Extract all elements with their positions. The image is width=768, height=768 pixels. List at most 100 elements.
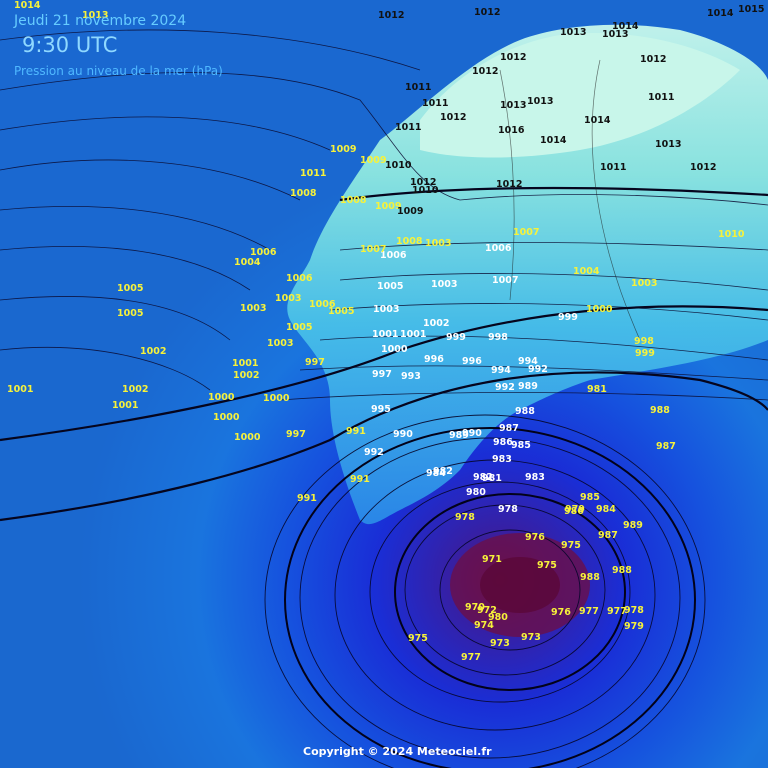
pressure-label: 996 [462, 356, 482, 367]
pressure-label: 1012 [500, 52, 526, 63]
pressure-label: 1014 [584, 115, 611, 126]
pressure-label: 1000 [234, 432, 261, 443]
pressure-label: 1009 [360, 155, 386, 166]
pressure-label: 988 [612, 565, 632, 576]
pressure-label: 976 [525, 532, 545, 543]
pressure-label: 1005 [286, 322, 312, 333]
pressure-label: 1013 [527, 96, 553, 107]
copyright-label: Copyright © 2024 Meteociel.fr [303, 745, 492, 758]
pressure-label: 1004 [573, 266, 600, 277]
pressure-label: 1015 [738, 4, 764, 15]
pressure-label: 1005 [117, 308, 143, 319]
pressure-label: 992 [528, 364, 548, 375]
pressure-label: 991 [350, 474, 370, 485]
pressure-label: 971 [482, 554, 502, 565]
pressure-label: 1012 [640, 54, 666, 65]
pressure-label: 997 [372, 369, 392, 380]
time-label: 9:30 UTC [22, 33, 118, 57]
pressure-label: 1003 [373, 304, 399, 315]
pressure-label: 976 [551, 607, 571, 618]
pressure-label: 1013 [602, 29, 628, 40]
pressure-label: 1014 [14, 0, 41, 11]
pressure-label: 1012 [496, 179, 522, 190]
pressure-label: 1000 [381, 344, 408, 355]
map-title: Pression au niveau de la mer (hPa) [14, 64, 223, 78]
pressure-label: 993 [401, 371, 421, 382]
pressure-label: 1000 [586, 304, 613, 315]
pressure-label: 1001 [372, 329, 398, 340]
pressure-label: 991 [346, 426, 366, 437]
pressure-label: 1014 [707, 8, 734, 19]
pressure-label: 1001 [112, 400, 138, 411]
pressure-label: 975 [408, 633, 428, 644]
pressure-label: 983 [525, 472, 545, 483]
pressure-label: 979 [624, 621, 644, 632]
pressure-label: 1013 [655, 139, 681, 150]
pressure-label: 998 [634, 336, 654, 347]
pressure-label: 994 [491, 365, 511, 376]
pressure-label: 1002 [233, 370, 259, 381]
pressure-label: 997 [305, 357, 325, 368]
pressure-label: 999 [635, 348, 655, 359]
pressure-label: 1007 [360, 244, 386, 255]
pressure-label: 1003 [431, 279, 457, 290]
pressure-label: 995 [371, 404, 391, 415]
pressure-label: 1011 [405, 82, 431, 93]
pressure-label: 973 [490, 638, 510, 649]
pressure-label: 1008 [290, 188, 317, 199]
pressure-label: 991 [297, 493, 317, 504]
pressure-label: 1012 [690, 162, 716, 173]
pressure-label: 1012 [440, 112, 466, 123]
pressure-label: 1007 [492, 275, 518, 286]
pressure-label: 987 [656, 441, 676, 452]
pressure-label: 980 [488, 612, 508, 623]
pressure-label: 996 [424, 354, 444, 365]
pressure-label: 984 [596, 504, 616, 515]
pressure-label: 1006 [309, 299, 336, 310]
pressure-label: 1003 [275, 293, 301, 304]
pressure-label: 982 [433, 466, 453, 477]
pressure-label: 992 [364, 447, 384, 458]
pressure-label: 1012 [378, 10, 404, 21]
pressure-label: 1006 [286, 273, 313, 284]
pressure-label: 1009 [330, 144, 356, 155]
pressure-label: 1009 [397, 206, 423, 217]
pressure-label: 981 [482, 473, 502, 484]
pressure-label: 1008 [396, 236, 423, 247]
pressure-label: 1006 [485, 243, 512, 254]
pressure-label: 978 [498, 504, 518, 515]
pressure-label: 975 [561, 540, 581, 551]
pressure-label: 1013 [560, 27, 586, 38]
pressure-label: 1000 [213, 412, 240, 423]
pressure-label: 1005 [377, 281, 403, 292]
pressure-label: 977 [579, 606, 599, 617]
pressure-label: 1012 [474, 7, 500, 18]
pressure-label: 1011 [648, 92, 674, 103]
pressure-label: 1001 [232, 358, 258, 369]
pressure-label: 978 [624, 605, 644, 616]
pressure-label: 989 [623, 520, 643, 531]
pressure-label: 1003 [240, 303, 266, 314]
pressure-label: 1010 [718, 229, 745, 240]
pressure-label: 1010 [385, 160, 412, 171]
pressure-label: 989 [449, 430, 469, 441]
pressure-label: 1003 [425, 238, 451, 249]
pressure-label: 980 [466, 487, 486, 498]
pressure-label: 1003 [631, 278, 657, 289]
pressure-label: 1007 [513, 227, 539, 238]
pressure-label: 1016 [498, 125, 525, 136]
pressure-label: 988 [580, 572, 600, 583]
pressure-label: 1013 [500, 100, 526, 111]
pressure-label: 1000 [263, 393, 290, 404]
pressure-label: 1010 [412, 185, 439, 196]
pressure-label: 1008 [340, 195, 367, 206]
pressure-label: 1003 [267, 338, 293, 349]
pressure-label: 1005 [117, 283, 143, 294]
pressure-label: 977 [461, 652, 481, 663]
pressure-label: 998 [488, 332, 508, 343]
pressure-label: 978 [455, 512, 475, 523]
pressure-label: 985 [580, 492, 600, 503]
pressure-label: 1011 [395, 122, 421, 133]
pressure-label: 1012 [472, 66, 498, 77]
pressure-label: 990 [393, 429, 413, 440]
